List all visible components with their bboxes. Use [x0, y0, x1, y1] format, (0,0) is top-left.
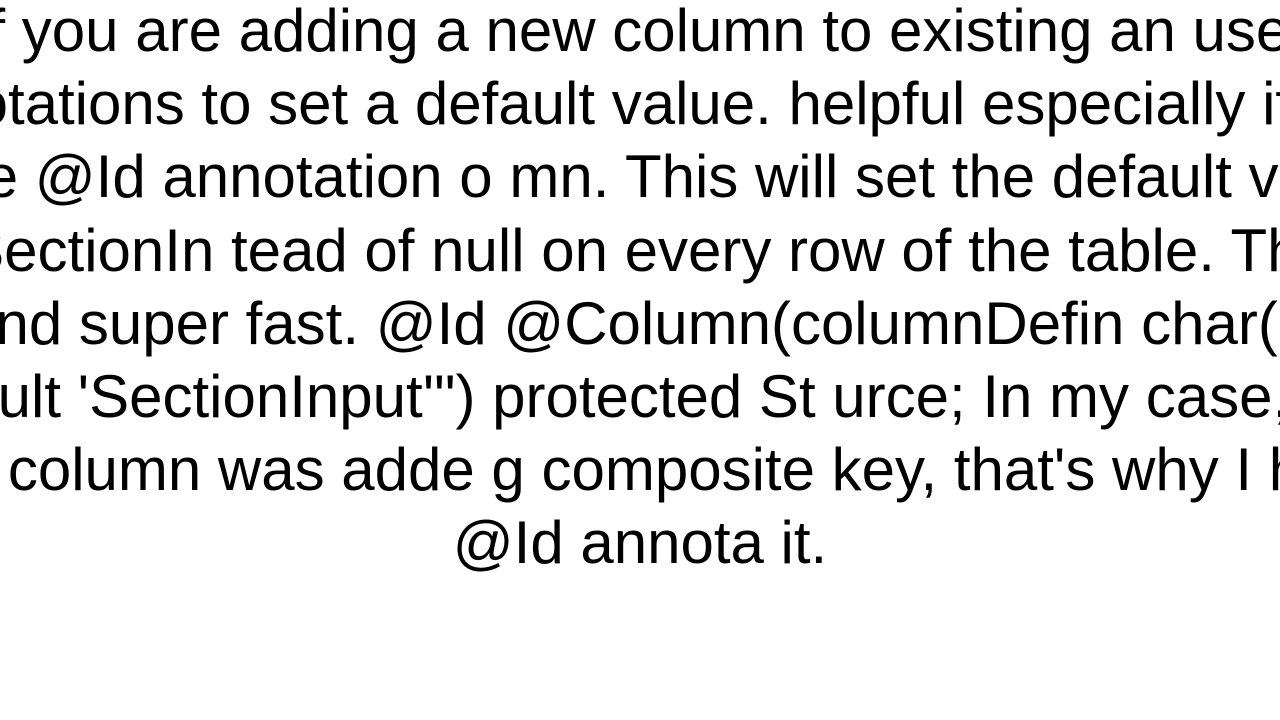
cropped-paragraph-text: r 3: If you are adding a new column to e…	[0, 0, 1280, 580]
